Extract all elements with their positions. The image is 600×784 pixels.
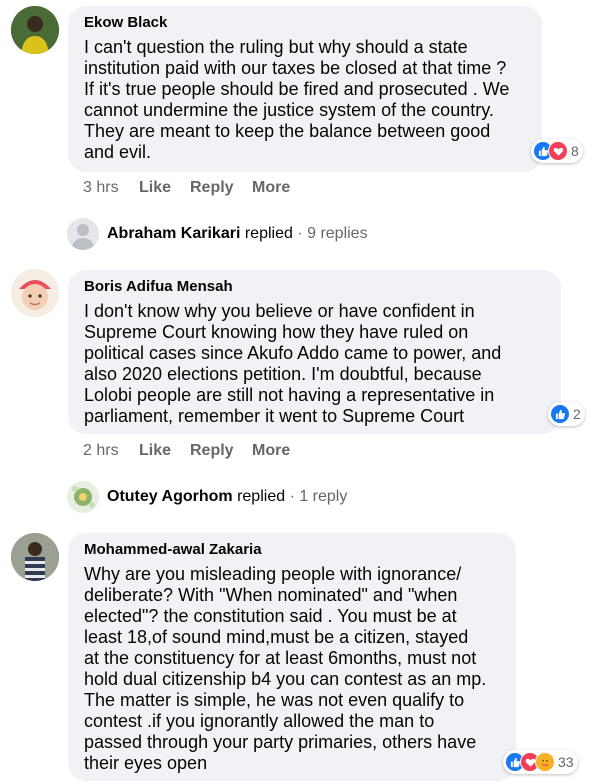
reaction-summary[interactable]: 2 xyxy=(548,402,585,426)
reply-author: Otutey Agorhom xyxy=(107,488,233,505)
replies-link[interactable]: Abraham Karikari replied · 9 replies xyxy=(107,225,368,243)
like-icon xyxy=(550,404,570,424)
reaction-count: 8 xyxy=(571,143,579,159)
comment-bubble: Ekow Black I can't question the ruling b… xyxy=(68,6,542,172)
comment-text: Why are you misleading people with ignor… xyxy=(84,564,487,773)
reply-button[interactable]: Reply xyxy=(190,179,234,197)
comment-bubble: Boris Adifua Mensah I don't know why you… xyxy=(68,270,561,434)
comment-author[interactable]: Ekow Black xyxy=(84,14,167,31)
comment-author[interactable]: Boris Adifua Mensah xyxy=(84,278,233,295)
comment-time[interactable]: 2 hrs xyxy=(83,442,119,460)
avatar-mohammed-awal-zakaria[interactable] xyxy=(11,533,59,581)
like-button[interactable]: Like xyxy=(139,442,171,460)
reply-count: · 9 replies xyxy=(297,225,368,242)
comment-author[interactable]: Mohammed-awal Zakaria xyxy=(84,541,262,558)
reply-count: · 1 reply xyxy=(289,488,348,505)
avatar-ekow-black[interactable] xyxy=(11,6,59,54)
comment-text: I don't know why you believe or have con… xyxy=(84,301,502,426)
reaction-summary[interactable]: 33 xyxy=(503,750,578,774)
reply-author: Abraham Karikari xyxy=(107,225,241,242)
care-icon xyxy=(535,752,555,772)
comment-time[interactable]: 3 hrs xyxy=(83,179,119,197)
reaction-count: 33 xyxy=(558,754,574,770)
love-icon xyxy=(548,141,568,161)
reply-button[interactable]: Reply xyxy=(190,442,234,460)
comment-text: I can't question the ruling but why shou… xyxy=(84,37,510,162)
avatar-abraham-karikari[interactable] xyxy=(67,218,99,250)
replies-link[interactable]: Otutey Agorhom replied · 1 reply xyxy=(107,488,347,506)
reaction-count: 2 xyxy=(573,406,581,422)
reply-verb: replied xyxy=(244,225,293,242)
avatar-boris-adifua-mensah[interactable] xyxy=(11,269,59,317)
reply-verb: replied xyxy=(237,488,286,505)
comment-bubble: Mohammed-awal Zakaria Why are you mislea… xyxy=(68,533,516,781)
like-button[interactable]: Like xyxy=(139,179,171,197)
avatar-otutey-agorhom[interactable] xyxy=(67,481,99,513)
more-button[interactable]: More xyxy=(252,179,290,197)
reaction-summary[interactable]: 8 xyxy=(531,139,583,163)
more-button[interactable]: More xyxy=(252,442,290,460)
